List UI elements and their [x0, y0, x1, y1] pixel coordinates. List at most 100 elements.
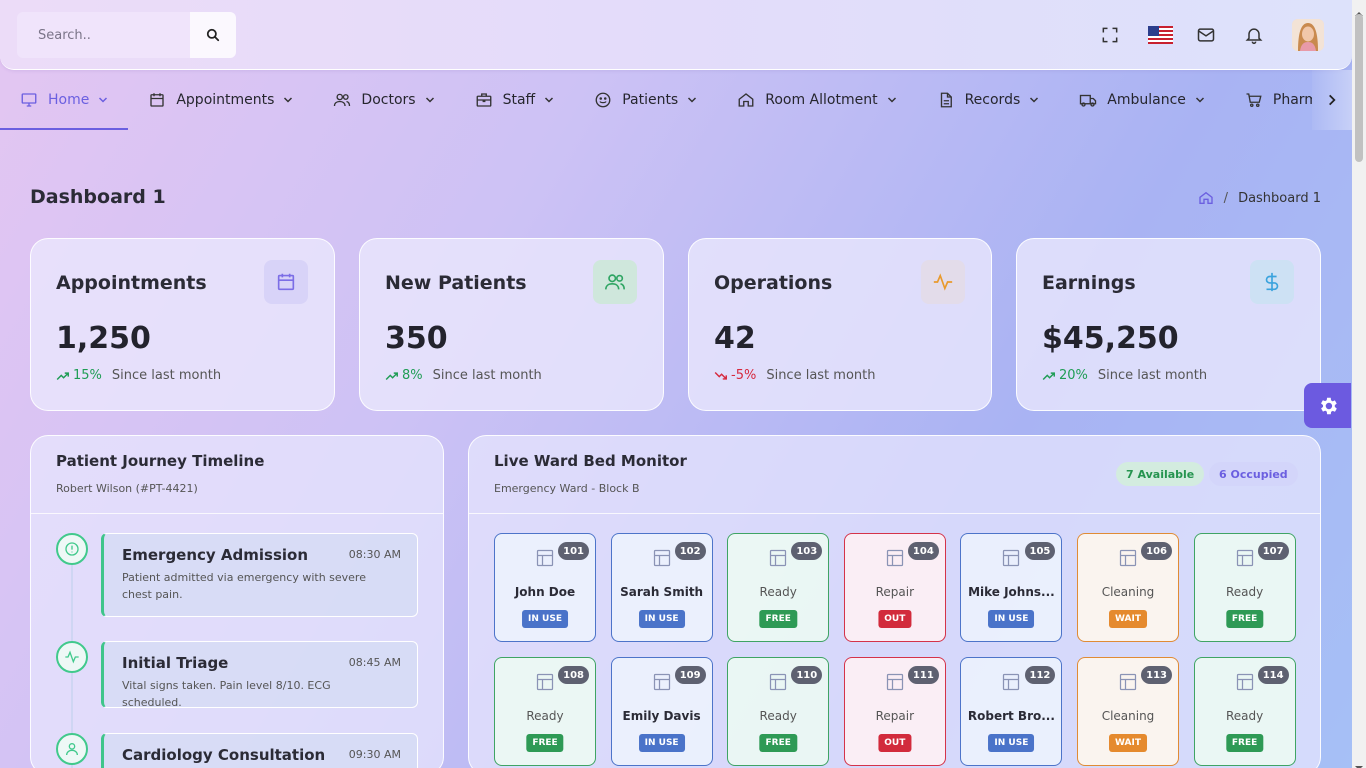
- stat-footer: 20% Since last month: [1042, 368, 1207, 383]
- settings-button[interactable]: [1304, 383, 1351, 428]
- event-title: Emergency Admission: [122, 546, 309, 564]
- nav-scroll-right-button[interactable]: [1312, 70, 1352, 130]
- bed-status-badge: IN USE: [988, 610, 1035, 628]
- nav-item-pharmacy[interactable]: Pharmacy: [1225, 70, 1312, 130]
- search-input[interactable]: [17, 12, 190, 58]
- event-description: Vital signs taken. Pain level 8/10. ECG …: [122, 679, 331, 709]
- nav-item-records[interactable]: Records: [917, 70, 1060, 130]
- bed-icon: [535, 548, 555, 568]
- timeline-panel: Patient Journey Timeline Robert Wilson (…: [30, 435, 444, 768]
- bed-occupant: Emily Davis: [622, 709, 701, 723]
- stat-title: Earnings: [1042, 272, 1136, 294]
- calendar-icon: [264, 260, 308, 304]
- timeline-event[interactable]: Emergency Admission 08:30 AM Patient adm…: [101, 533, 418, 617]
- bed-card[interactable]: 106 Cleaning WAIT: [1077, 533, 1179, 642]
- chevron-right-icon: [1325, 93, 1339, 107]
- truck-icon: [1079, 91, 1097, 109]
- bed-status-badge: FREE: [759, 610, 797, 628]
- bed-card[interactable]: 113 Cleaning WAIT: [1077, 657, 1179, 766]
- dollar-icon: [1250, 260, 1294, 304]
- bed-number: 113: [1141, 666, 1172, 684]
- nav-label: Appointments: [176, 92, 275, 108]
- bed-icon: [652, 548, 672, 568]
- bed-card[interactable]: 103 Ready FREE: [727, 533, 830, 642]
- nav-label: Patients: [622, 92, 679, 108]
- cart-icon: [1245, 91, 1263, 109]
- bed-card[interactable]: 102 Sarah Smith IN USE: [610, 533, 713, 642]
- nav-item-patients[interactable]: Patients: [574, 70, 717, 130]
- trend-up-icon: [56, 369, 70, 383]
- bed-card[interactable]: 109 Emily Davis IN USE: [610, 657, 713, 766]
- chevron-down-icon: [543, 94, 555, 106]
- nav-item-appointments[interactable]: Appointments: [128, 70, 313, 130]
- main-nav: Home Appointments Doctors Staff Patients…: [0, 70, 1352, 130]
- fullscreen-icon[interactable]: [1099, 24, 1121, 46]
- breadcrumb-separator: /: [1223, 190, 1229, 206]
- scroll-down-arrow[interactable]: [1355, 757, 1363, 768]
- briefcase-icon: [475, 91, 493, 109]
- stat-footer: 8% Since last month: [385, 368, 542, 383]
- bed-status-badge: FREE: [759, 734, 797, 752]
- bed-card[interactable]: 112 Robert Bro... IN USE: [960, 657, 1063, 766]
- smile-icon: [594, 91, 612, 109]
- bed-status-badge: FREE: [1225, 610, 1264, 628]
- stat-change: 15%: [73, 368, 102, 383]
- us-flag-icon[interactable]: [1147, 24, 1173, 46]
- bed-card[interactable]: 105 Mike Johns... IN USE: [960, 533, 1063, 642]
- ward-subtitle: Emergency Ward - Block B: [494, 482, 640, 495]
- bed-status-badge: IN USE: [638, 610, 685, 628]
- trend-up-icon: [1042, 369, 1056, 383]
- chevron-down-icon: [97, 94, 109, 106]
- event-title: Initial Triage: [122, 654, 229, 672]
- nav-item-ambulance[interactable]: Ambulance: [1059, 70, 1225, 130]
- event-time: 08:45 AM: [348, 656, 401, 669]
- chevron-down-icon: [424, 94, 436, 106]
- users-icon: [593, 260, 637, 304]
- bed-icon: [1001, 548, 1021, 568]
- calendar-icon: [148, 91, 166, 109]
- nav-item-staff[interactable]: Staff: [455, 70, 575, 130]
- bed-number: 110: [791, 666, 823, 684]
- avatar[interactable]: [1292, 19, 1324, 51]
- timeline-header: Patient Journey Timeline Robert Wilson (…: [31, 436, 443, 514]
- bed-number: 103: [791, 542, 823, 560]
- bed-icon: [1118, 672, 1138, 692]
- stat-title: Operations: [714, 272, 833, 294]
- event-time: 08:30 AM: [348, 548, 401, 561]
- bed-card[interactable]: 108 Ready FREE: [494, 657, 596, 766]
- nav-item-home[interactable]: Home: [0, 70, 129, 130]
- mail-icon[interactable]: [1195, 24, 1217, 46]
- chevron-down-icon: [1028, 94, 1040, 106]
- bed-number: 109: [674, 666, 706, 684]
- bed-card[interactable]: 107 Ready FREE: [1193, 533, 1296, 642]
- event-time: 09:30 AM: [348, 748, 401, 761]
- bed-card[interactable]: 104 Repair OUT: [843, 533, 946, 642]
- bed-card[interactable]: 114 Ready FREE: [1193, 657, 1296, 766]
- bed-card[interactable]: 110 Ready FREE: [727, 657, 830, 766]
- bed-number: 102: [674, 542, 706, 560]
- bed-occupant: Sarah Smith: [620, 585, 704, 599]
- bed-number: 105: [1024, 542, 1056, 560]
- bed-icon: [535, 672, 555, 692]
- timeline-event[interactable]: Initial Triage 08:45 AM Vital signs take…: [101, 641, 418, 709]
- bed-occupant: John Doe: [514, 585, 576, 599]
- search-button[interactable]: [190, 12, 236, 58]
- stat-card-earnings: Earnings $45,250 20% Since last month: [1016, 238, 1321, 411]
- bell-icon[interactable]: [1243, 24, 1265, 46]
- bed-card[interactable]: 111 Repair OUT: [843, 657, 946, 766]
- timeline-event[interactable]: Cardiology Consultation 09:30 AM: [101, 733, 418, 768]
- trend-down-icon: [714, 369, 728, 383]
- scrollbar-thumb[interactable]: [1355, 14, 1363, 162]
- home-icon[interactable]: [1198, 190, 1214, 206]
- bed-number: 101: [558, 542, 589, 560]
- event-title: Cardiology Consultation: [122, 746, 326, 764]
- timeline-subtitle: Robert Wilson (#PT-4421): [56, 482, 198, 495]
- bed-card[interactable]: 101 John Doe IN USE: [494, 533, 596, 642]
- bed-occupant: Mike Johns...: [968, 585, 1055, 599]
- nav-item-room-allotment[interactable]: Room Allotment: [717, 70, 916, 130]
- nav-item-doctors[interactable]: Doctors: [313, 70, 454, 130]
- stat-card-appointments: Appointments 1,250 15% Since last month: [30, 238, 335, 411]
- page-scrollbar[interactable]: [1352, 0, 1366, 768]
- scroll-up-arrow[interactable]: [1355, 3, 1363, 16]
- stat-since: Since last month: [432, 368, 542, 383]
